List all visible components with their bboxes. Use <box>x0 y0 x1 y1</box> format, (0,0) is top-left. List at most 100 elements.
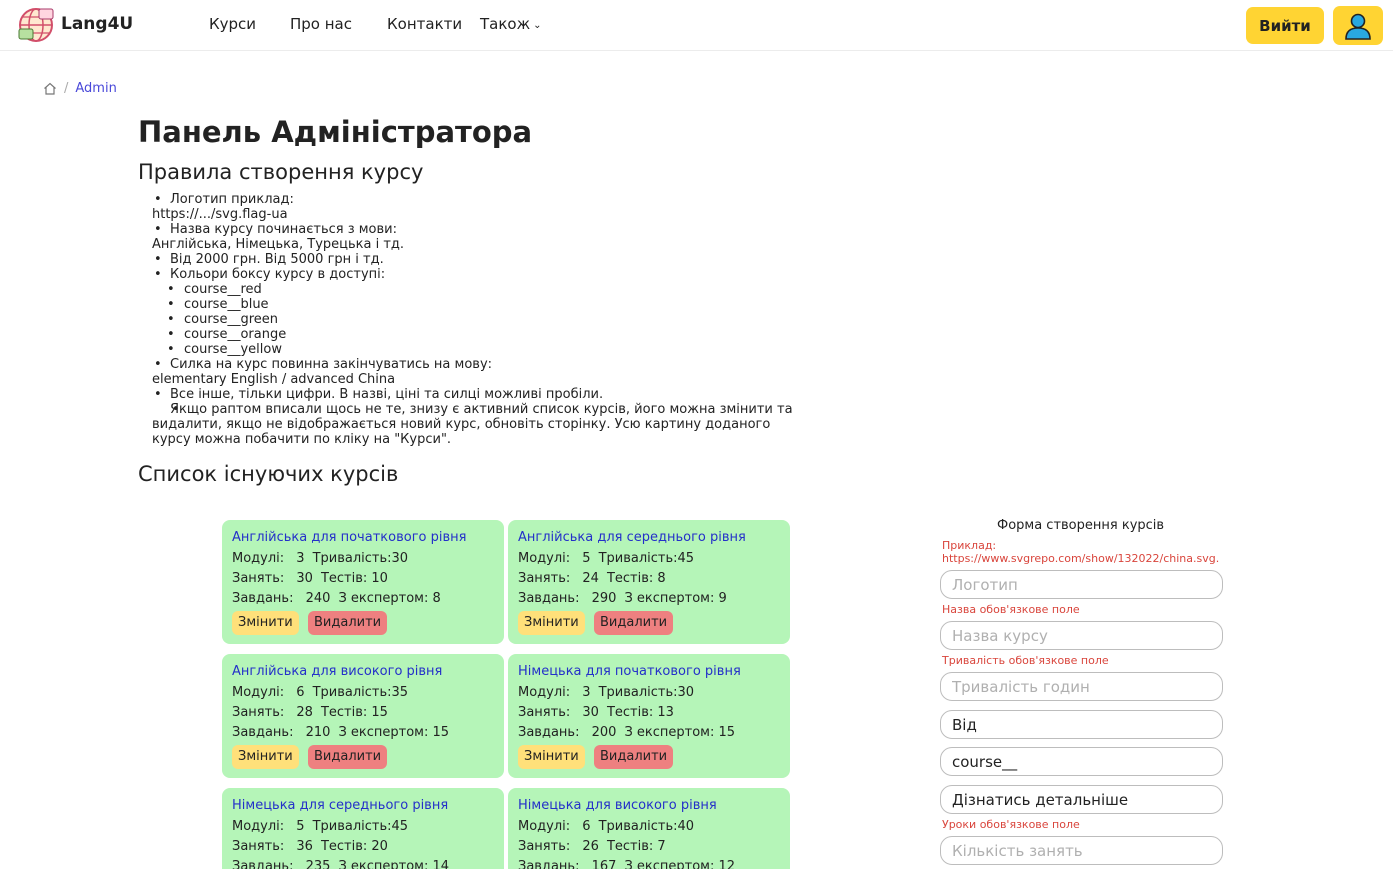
lessons-label: Занять: <box>232 705 285 720</box>
course-stats-row: Занять: 30 Тестів: 13 <box>518 705 674 720</box>
course-title-link[interactable]: Англійська для початкового рівня <box>232 530 466 545</box>
modules-value: 3 <box>582 685 591 700</box>
lessons-value: 28 <box>296 705 313 720</box>
nav-about[interactable]: Про нас <box>290 15 352 33</box>
lessons-label: Занять: <box>518 571 571 586</box>
tasks-value: 167 <box>591 859 617 869</box>
form-title: Форма створення курсів <box>997 518 1165 533</box>
rule-mistake: Якщо раптом вписали щось не те, знизу є … <box>152 402 812 447</box>
delete-course-button[interactable]: Видалити <box>594 745 674 769</box>
tests-label: Тестів: <box>320 839 368 854</box>
course-name-input[interactable] <box>940 621 1223 650</box>
course-stats-row: Занять: 36 Тестів: 20 <box>232 839 388 854</box>
delete-course-button[interactable]: Видалити <box>594 611 674 635</box>
rule-price: Від 2000 грн. Від 5000 грн і тд. <box>152 252 812 267</box>
tests-value: 15 <box>371 705 388 720</box>
course-card: Англійська для середнього рівня Модулі: … <box>508 520 790 644</box>
duration-error: Тривалість обов'язкове поле <box>942 654 1109 667</box>
tests-label: Тестів: <box>606 571 654 586</box>
nav-more[interactable]: Також ⌄ <box>480 15 542 33</box>
color-class-input[interactable] <box>940 747 1223 776</box>
duration-value: 40 <box>677 819 695 834</box>
breadcrumb-admin-link[interactable]: Admin <box>75 81 116 96</box>
nav-contacts[interactable]: Контакти <box>387 15 462 33</box>
rule-link-example: elementary English / advanced China <box>152 372 396 387</box>
more-link-input[interactable] <box>940 785 1223 814</box>
duration-label: Тривалість: <box>312 819 392 834</box>
duration-label: Тривалість: <box>312 551 392 566</box>
delete-course-button[interactable]: Видалити <box>308 745 388 769</box>
color-option: course__orange <box>152 327 812 342</box>
edit-course-button[interactable]: Змінити <box>232 745 299 769</box>
tasks-label: Завдань: <box>232 591 294 606</box>
modules-label: Модулі: <box>232 819 285 834</box>
course-stats-row: Модулі: 6 Тривалість:35 <box>232 685 408 700</box>
lessons-label: Занять: <box>232 839 285 854</box>
logo-example-url: https://www.svgrepo.com/show/132022/chin… <box>942 552 1220 565</box>
logo-input[interactable] <box>940 570 1223 599</box>
lessons-label: Занять: <box>232 571 285 586</box>
tasks-label: Завдань: <box>232 725 294 740</box>
nav-more-label: Також <box>480 15 531 33</box>
color-option: course__blue <box>152 297 812 312</box>
edit-course-button[interactable]: Змінити <box>518 745 585 769</box>
modules-value: 3 <box>296 551 305 566</box>
lessons-count-input[interactable] <box>940 836 1223 865</box>
duration-label: Тривалість: <box>598 819 678 834</box>
nav-courses[interactable]: Курси <box>209 15 256 33</box>
tasks-label: Завдань: <box>518 591 580 606</box>
lessons-value: 26 <box>582 839 599 854</box>
experts-value: 15 <box>718 725 736 740</box>
user-icon <box>1345 13 1371 40</box>
tasks-value: 200 <box>591 725 617 740</box>
edit-course-button[interactable]: Змінити <box>232 611 299 635</box>
duration-input[interactable] <box>940 672 1223 701</box>
experts-label: З експертом: <box>624 725 715 740</box>
home-icon[interactable] <box>43 82 57 95</box>
course-card: Німецька для високого рівня Модулі: 6 Три… <box>508 788 790 869</box>
experts-value: 14 <box>432 859 450 869</box>
duration-value: 45 <box>677 551 695 566</box>
name-error: Назва обов'язкове поле <box>942 603 1080 616</box>
lessons-value: 30 <box>582 705 599 720</box>
color-option: course__yellow <box>152 342 812 357</box>
course-title-link[interactable]: Німецька для середнього рівня <box>232 798 448 813</box>
rule-colors-list: course__red course__blue course__green c… <box>152 282 812 357</box>
experts-value: 12 <box>718 859 736 869</box>
course-title-link[interactable]: Англійська для високого рівня <box>232 664 442 679</box>
course-stats-row: Завдань: 235 З експертом: 14 <box>232 859 449 869</box>
site-header: Lang4U Курси Про нас Контакти Також ⌄ Вий… <box>0 0 1393 51</box>
lessons-label: Занять: <box>518 839 571 854</box>
modules-value: 6 <box>582 819 591 834</box>
modules-label: Модулі: <box>232 685 285 700</box>
course-title-link[interactable]: Німецька для початкового рівня <box>518 664 741 679</box>
tasks-value: 210 <box>305 725 331 740</box>
profile-button[interactable] <box>1333 6 1383 45</box>
breadcrumb: / Admin <box>43 81 117 96</box>
course-stats-row: Занять: 28 Тестів: 15 <box>232 705 388 720</box>
course-title-link[interactable]: Англійська для середнього рівня <box>518 530 746 545</box>
brand-name[interactable]: Lang4U <box>61 14 133 34</box>
course-stats-row: Модулі: 5 Тривалість:45 <box>518 551 694 566</box>
duration-label: Тривалість: <box>598 551 678 566</box>
experts-value: 9 <box>718 591 727 606</box>
lessons-value: 36 <box>296 839 313 854</box>
modules-label: Модулі: <box>518 685 571 700</box>
modules-value: 6 <box>296 685 305 700</box>
logout-button[interactable]: Вийти <box>1246 7 1324 44</box>
course-stats-row: Завдань: 210 З експертом: 15 <box>232 725 449 740</box>
price-input[interactable] <box>940 710 1223 739</box>
page-title: Панель Адміністратора <box>138 115 533 149</box>
tests-value: 10 <box>371 571 388 586</box>
edit-course-button[interactable]: Змінити <box>518 611 585 635</box>
delete-course-button[interactable]: Видалити <box>308 611 388 635</box>
rules-heading: Правила створення курсу <box>138 160 424 184</box>
tasks-value: 240 <box>305 591 331 606</box>
course-card: Німецька для початкового рівня Модулі: 3… <box>508 654 790 778</box>
breadcrumb-separator: / <box>64 81 69 96</box>
globe-logo-icon[interactable] <box>17 6 55 44</box>
rule-link: Силка на курс повинна закінчуватись на м… <box>152 357 812 372</box>
course-stats-row: Завдань: 200 З експертом: 15 <box>518 725 735 740</box>
experts-label: З експертом: <box>338 725 429 740</box>
course-title-link[interactable]: Німецька для високого рівня <box>518 798 717 813</box>
